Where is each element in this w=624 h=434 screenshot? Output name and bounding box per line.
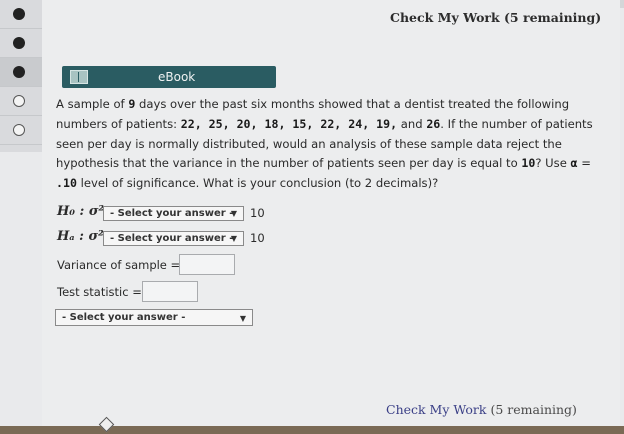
answered-dot-icon <box>13 8 25 20</box>
null-hypothesis-label: H₀ : σ² <box>57 204 105 219</box>
answered-dot-icon <box>13 37 25 49</box>
variance-of-sample-input[interactable] <box>179 254 235 275</box>
check-my-work-bottom: Check My Work (5 remaining) <box>386 402 577 417</box>
data-value-last: 26 <box>426 116 441 131</box>
ha-value: 10 <box>250 231 265 245</box>
ha-select-text: - Select your answer - <box>110 233 234 244</box>
alternative-hypothesis-label: Hₐ : σ² <box>57 229 104 244</box>
alpha-value: .10 <box>56 176 77 191</box>
dropdown-arrow-icon: ▼ <box>230 209 237 218</box>
dropdown-arrow-icon: ▼ <box>230 234 237 243</box>
question-nav-item-1[interactable] <box>0 0 42 29</box>
problem-text: A sample of 9 days over the past six mon… <box>56 95 596 194</box>
h0-operator-select[interactable]: - Select your answer - ▼ <box>103 206 244 221</box>
variance-of-sample-label: Variance of sample = <box>57 258 181 272</box>
problem-text-part: A sample of <box>56 97 129 111</box>
book-icon <box>70 70 88 84</box>
h0-value: 10 <box>250 206 265 220</box>
question-nav-sidebar <box>0 0 43 152</box>
problem-text-part: and <box>397 116 427 131</box>
problem-text-part: ? Use <box>535 156 571 171</box>
check-my-work-top-link[interactable]: Check My Work (5 remaining) <box>390 10 601 25</box>
check-my-work-link[interactable]: Check My Work <box>386 402 486 417</box>
alpha-symbol: α <box>570 156 578 171</box>
ebook-label: eBook <box>158 70 196 84</box>
test-statistic-label: Test statistic = <box>57 285 142 299</box>
question-nav-item-5[interactable] <box>0 116 42 145</box>
remaining-count: (5 remaining) <box>490 402 577 417</box>
conclusion-select[interactable]: - Select your answer - ▼ <box>55 309 253 326</box>
unanswered-dot-icon <box>13 95 25 107</box>
question-nav-item-3[interactable] <box>0 58 42 87</box>
problem-text-part: = <box>577 156 591 171</box>
answered-dot-icon <box>13 66 25 78</box>
ebook-button[interactable]: eBook <box>62 66 276 88</box>
hypothesized-variance: 10 <box>521 156 536 171</box>
test-statistic-input[interactable] <box>142 281 198 302</box>
question-nav-item-2[interactable] <box>0 29 42 58</box>
conclusion-select-text: - Select your answer - <box>62 312 186 323</box>
bottom-bar <box>0 426 624 434</box>
ha-operator-select[interactable]: - Select your answer - ▼ <box>103 231 244 246</box>
data-values: 22, 25, 20, 18, 15, 22, 24, 19, <box>180 116 398 131</box>
h0-select-text: - Select your answer - <box>110 208 234 219</box>
problem-text-part: level of significance. What is your conc… <box>76 176 439 191</box>
unanswered-dot-icon <box>13 124 25 136</box>
dropdown-arrow-icon: ▼ <box>239 314 246 323</box>
question-nav-item-4[interactable] <box>0 87 42 116</box>
